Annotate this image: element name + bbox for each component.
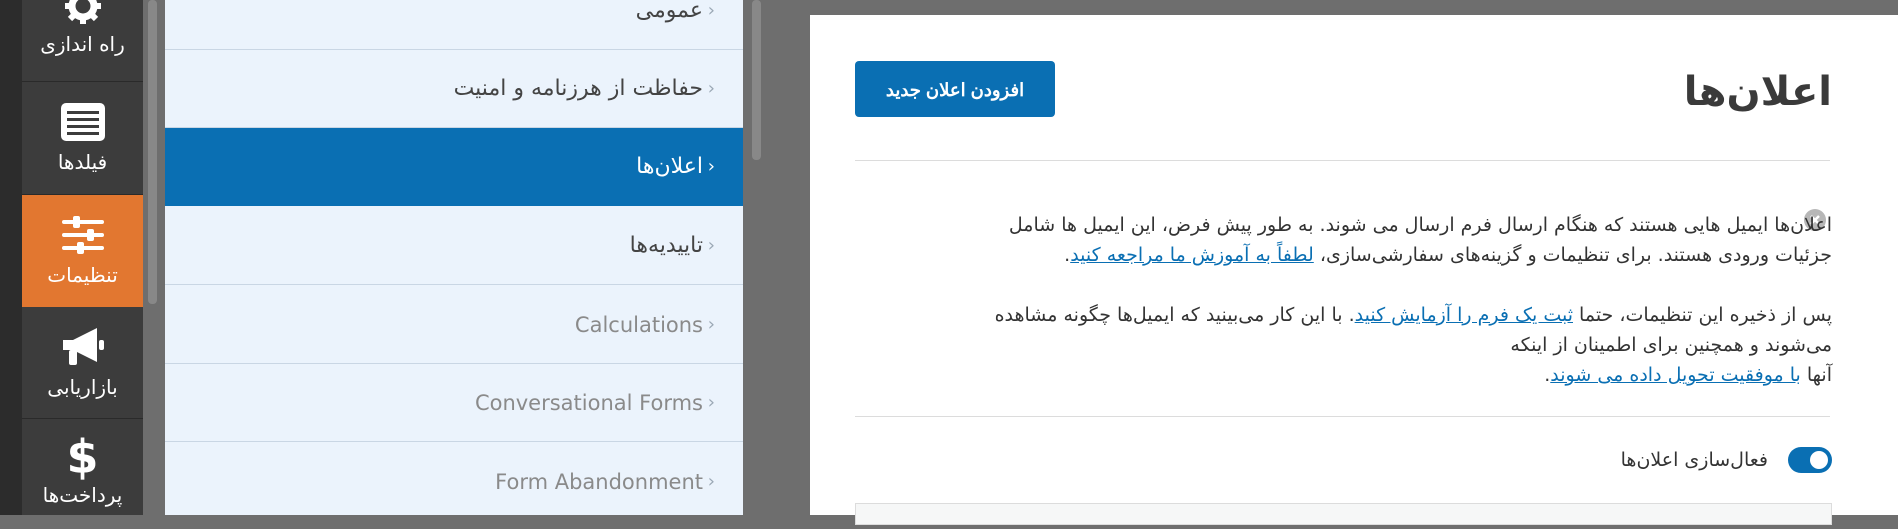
megaphone-icon	[62, 328, 104, 365]
settings-item-confirmations[interactable]: ‹ تاییدیه‌ها	[165, 207, 743, 285]
list-icon	[60, 103, 105, 141]
notice-paragraph-1: اعلان‌ها ایمیل هایی هستند که هنگام ارسال…	[932, 210, 1832, 270]
left-edge-strip	[0, 0, 22, 515]
chevron-icon: ‹	[707, 78, 715, 99]
settings-item-general[interactable]: ‹ عمومی	[165, 0, 743, 50]
settings-item-spam-protection[interactable]: ‹ حفاظت از هرزنامه و امنیت	[165, 50, 743, 128]
toggle-knob	[1810, 451, 1828, 469]
sidebar-item-setup-label: راه اندازی	[40, 32, 125, 56]
notice-text: اعلان‌ها ایمیل هایی هستند که هنگام ارسال…	[1008, 214, 1832, 236]
sidebar-item-payments-label: پرداخت‌ها	[42, 483, 123, 507]
settings-item-notifications[interactable]: ‹ اعلان‌ها	[165, 128, 743, 206]
chevron-icon: ‹	[707, 156, 715, 177]
chevron-icon: ‹	[707, 0, 715, 21]
notice-line: جزئیات ورودی هستند. برای تنظیمات و گزینه…	[932, 240, 1832, 270]
delivery-link[interactable]: با موفقیت تحویل داده می شوند	[1550, 364, 1801, 386]
gear-icon	[64, 0, 101, 24]
sidebar-scrollbar[interactable]	[148, 0, 157, 304]
notice-text: جزئیات ورودی هستند. برای تنظیمات و گزینه…	[1313, 244, 1832, 266]
builder-icon-sidebar: راه اندازی فیلدها تنظیمات بازاریابی $ پر…	[22, 0, 143, 515]
sidebar-item-marketing[interactable]: بازاریابی	[22, 307, 143, 419]
sidebar-item-payments[interactable]: $ پرداخت‌ها	[22, 419, 143, 529]
add-notification-button[interactable]: افزودن اعلان جدید	[855, 61, 1055, 117]
notifications-content: اعلان‌ها افزودن اعلان جدید اعلان‌ها ایمی…	[810, 15, 1898, 525]
enable-notifications-toggle[interactable]	[1788, 447, 1832, 473]
dollar-icon: $	[66, 430, 99, 484]
settings-item-form-abandonment[interactable]: ‹ Form Abandonment	[165, 443, 743, 521]
settings-item-label: تاییدیه‌ها	[629, 233, 703, 258]
notice-line: آنها با موفقیت تحویل داده می شوند.	[932, 360, 1832, 390]
notice-text: . با این کار می‌بینید که ایمیل‌ها چگونه …	[994, 304, 1355, 326]
settings-panel-scrollbar[interactable]	[752, 0, 761, 160]
sidebar-item-settings-label: تنظیمات	[47, 263, 118, 287]
divider	[855, 160, 1830, 161]
enable-notifications-label: فعال‌سازی اعلان‌ها	[1620, 449, 1768, 471]
divider	[855, 416, 1830, 417]
chevron-icon: ‹	[707, 235, 715, 256]
sidebar-item-marketing-label: بازاریابی	[47, 375, 118, 399]
sidebar-item-setup[interactable]: راه اندازی	[22, 0, 143, 82]
settings-item-calculations[interactable]: ‹ Calculations	[165, 286, 743, 364]
settings-panel: ‹ عمومی ‹ حفاظت از هرزنامه و امنیت ‹ اعل…	[165, 0, 743, 515]
chevron-icon: ‹	[707, 314, 715, 335]
notification-block	[855, 503, 1832, 525]
sidebar-item-fields[interactable]: فیلدها	[22, 82, 143, 195]
test-form-link[interactable]: ثبت یک فرم را آزمایش کنید	[1355, 304, 1573, 326]
notice-line: پس از ذخیره این تنظیمات، حتما ثبت یک فرم…	[932, 300, 1832, 330]
notice-text: آنها	[1800, 364, 1832, 386]
sliders-icon	[61, 216, 104, 254]
notice-text: پس از ذخیره این تنظیمات، حتما	[1573, 304, 1832, 326]
settings-item-label: Calculations	[574, 313, 703, 337]
notice-text: می‌شوند و همچنین برای اطمینان از اینکه	[1510, 334, 1832, 356]
notice-paragraph-2: پس از ذخیره این تنظیمات، حتما ثبت یک فرم…	[932, 300, 1832, 390]
page-title: اعلان‌ها	[1683, 69, 1832, 115]
sidebar-item-settings[interactable]: تنظیمات	[22, 195, 143, 307]
settings-item-label: حفاظت از هرزنامه و امنیت	[453, 76, 703, 101]
chevron-icon: ‹	[707, 471, 715, 492]
settings-item-label: Form Abandonment	[495, 470, 703, 494]
settings-item-label: Conversational Forms	[474, 391, 703, 415]
sidebar-item-fields-label: فیلدها	[57, 150, 108, 174]
settings-item-label: عمومی	[635, 0, 703, 23]
chevron-icon: ‹	[707, 392, 715, 413]
settings-item-label: اعلان‌ها	[636, 154, 703, 179]
tutorial-link[interactable]: لطفاً به آموزش ما مراجعه کنید	[1070, 244, 1314, 266]
settings-item-conversational-forms[interactable]: ‹ Conversational Forms	[165, 364, 743, 442]
